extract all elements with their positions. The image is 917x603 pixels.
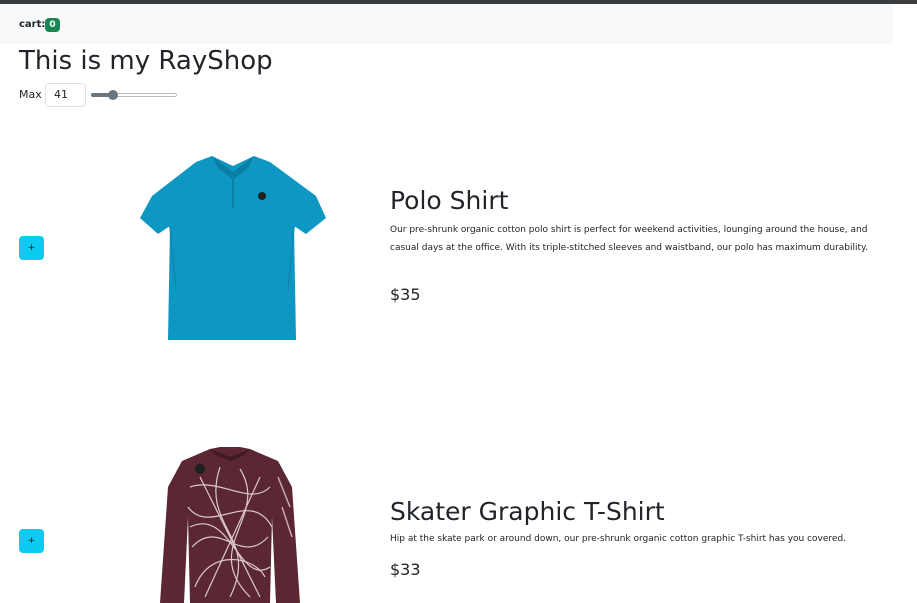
max-label: Max <box>19 88 42 101</box>
product-price: $33 <box>390 560 421 579</box>
product-name: Polo Shirt <box>390 186 509 215</box>
skater-graphic-tshirt-image <box>160 447 300 603</box>
max-price-slider[interactable] <box>91 90 179 100</box>
page-title: This is my RayShop <box>19 46 273 76</box>
add-to-cart-button[interactable]: + <box>19 236 44 260</box>
product-name: Skater Graphic T-Shirt <box>390 497 665 526</box>
product-price: $35 <box>390 285 421 304</box>
cart-count-badge: 0 <box>45 18 60 32</box>
cart-label: cart: <box>19 19 46 30</box>
max-price-filter: Max 41 <box>19 83 199 107</box>
max-price-input[interactable]: 41 <box>45 83 86 107</box>
product-description: Our pre-shrunk organic cotton polo shirt… <box>390 225 868 253</box>
add-to-cart-button[interactable]: + <box>19 529 44 553</box>
slider-thumb[interactable] <box>108 90 118 100</box>
cart-bar: cart: 0 <box>0 4 893 44</box>
polo-shirt-image <box>140 156 326 340</box>
product-description: Hip at the skate park or around down, ou… <box>390 534 847 544</box>
